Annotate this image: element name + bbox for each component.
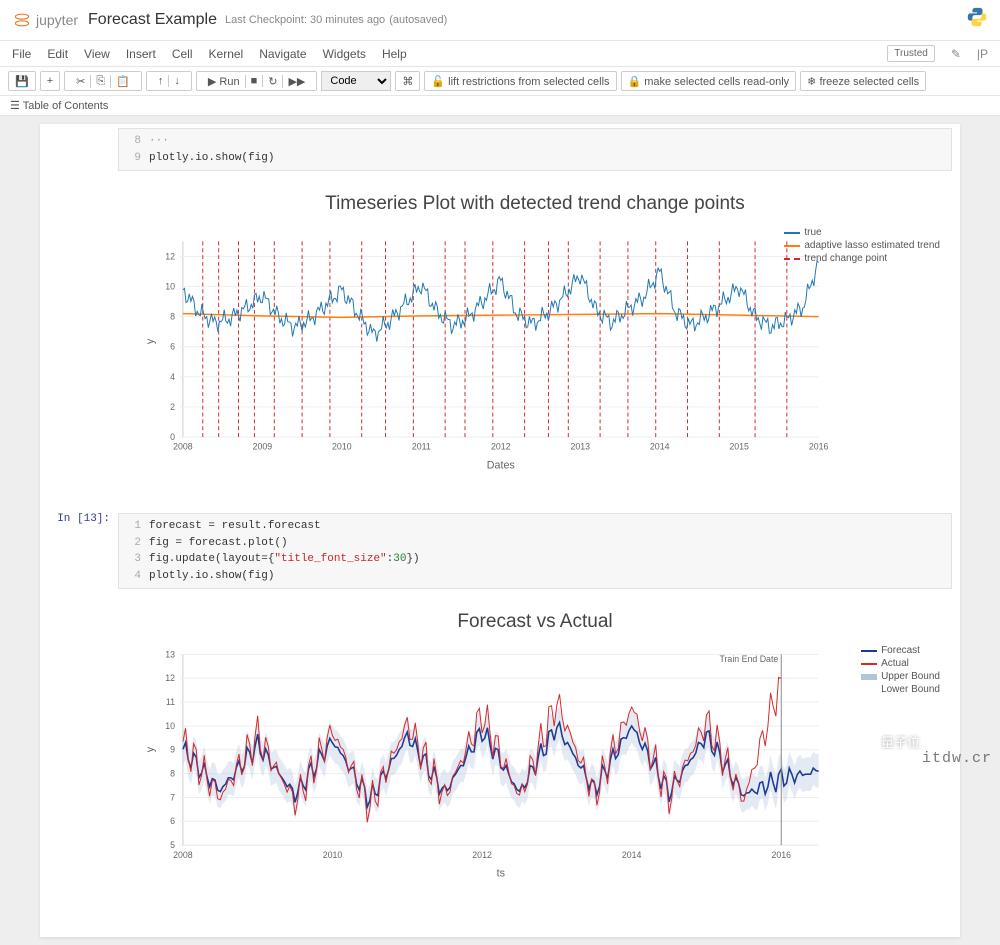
svg-text:y: y bbox=[145, 338, 157, 344]
url-watermark: itdw.cr bbox=[922, 750, 992, 767]
code-cell-1[interactable]: 8··· 9plotly.io.show(fig) bbox=[40, 124, 960, 175]
svg-text:0: 0 bbox=[170, 432, 175, 442]
jupyter-logo[interactable]: jupyter bbox=[12, 10, 78, 30]
svg-text:2015: 2015 bbox=[729, 442, 749, 452]
add-cell-button[interactable]: + bbox=[40, 71, 60, 91]
svg-text:6: 6 bbox=[170, 342, 175, 352]
chart2-plot[interactable]: 5 6 7 8 9 10 11 12 13 2008 2010 2012 2014 2016 Train… bbox=[134, 637, 936, 887]
notebook: 8··· 9plotly.io.show(fig) Timeseries Plo… bbox=[40, 124, 960, 937]
svg-text:11: 11 bbox=[166, 697, 175, 707]
svg-text:2016: 2016 bbox=[809, 442, 829, 452]
code-cell-2[interactable]: In [13]: 1forecast = result.forecast 2fi… bbox=[40, 509, 960, 593]
wechat-icon bbox=[857, 733, 875, 751]
svg-text:2014: 2014 bbox=[622, 850, 642, 860]
table-of-contents-toggle[interactable]: ☰ Table of Contents bbox=[0, 96, 1000, 116]
menu-cell[interactable]: Cell bbox=[172, 47, 193, 61]
lift-restrictions-button[interactable]: 🔓 lift restrictions from selected cells bbox=[424, 71, 616, 91]
svg-text:2012: 2012 bbox=[472, 850, 492, 860]
svg-text:2014: 2014 bbox=[650, 442, 670, 452]
svg-text:8: 8 bbox=[170, 769, 175, 779]
input-prompt: In [13]: bbox=[48, 513, 118, 589]
move-down-button[interactable]: ↓ bbox=[169, 75, 185, 87]
svg-text:12: 12 bbox=[165, 673, 175, 683]
cell-type-select[interactable]: Code bbox=[321, 71, 391, 91]
menubar: File Edit View Insert Cell Kernel Naviga… bbox=[0, 41, 1000, 67]
notebook-title[interactable]: Forecast Example bbox=[88, 11, 217, 29]
svg-text:9: 9 bbox=[170, 745, 175, 755]
notebook-container: 8··· 9plotly.io.show(fig) Timeseries Plo… bbox=[0, 116, 1000, 945]
svg-text:2: 2 bbox=[170, 402, 175, 412]
svg-text:2010: 2010 bbox=[332, 442, 352, 452]
make-readonly-button[interactable]: 🔒 make selected cells read-only bbox=[621, 71, 797, 91]
freeze-cells-button[interactable]: ❄ freeze selected cells bbox=[800, 71, 926, 91]
chart1-legend: true adaptive lasso estimated trend tren… bbox=[784, 227, 940, 266]
menu-kernel[interactable]: Kernel bbox=[209, 47, 244, 61]
code-editor[interactable]: 8··· 9plotly.io.show(fig) bbox=[118, 128, 952, 171]
checkpoint-text: Last Checkpoint: 30 minutes ago bbox=[225, 14, 385, 26]
fast-forward-button[interactable]: ▶▶ bbox=[283, 75, 310, 88]
menu-navigate[interactable]: Navigate bbox=[259, 47, 306, 61]
svg-text:6: 6 bbox=[170, 816, 175, 826]
stop-button[interactable]: ■ bbox=[246, 75, 264, 87]
edit-mode-icon[interactable]: ✎ bbox=[951, 47, 961, 61]
chart1-plot[interactable]: 0 2 4 6 8 10 12 2008 2009 2010 2011 2012 2013 2014 20… bbox=[134, 219, 936, 479]
svg-text:2009: 2009 bbox=[253, 442, 273, 452]
output-cell-2: Forecast vs Actual 5 6 7 8 9 10 11 12 13 2008 201… bbox=[40, 593, 960, 917]
menu-file[interactable]: File bbox=[12, 47, 31, 61]
svg-text:2013: 2013 bbox=[570, 442, 590, 452]
svg-text:2008: 2008 bbox=[173, 850, 193, 860]
chart2-legend: Forecast Actual Upper Bound Lower Bound bbox=[861, 645, 940, 697]
autosave-text: (autosaved) bbox=[389, 14, 447, 26]
svg-text:13: 13 bbox=[165, 649, 175, 659]
svg-text:7: 7 bbox=[170, 792, 175, 802]
code-text: plotly.io.show(fig) bbox=[149, 150, 274, 167]
svg-text:2008: 2008 bbox=[173, 442, 193, 452]
logout-icon[interactable]: |P bbox=[977, 47, 988, 61]
svg-text:y: y bbox=[145, 746, 157, 752]
svg-text:Dates: Dates bbox=[487, 459, 515, 471]
trusted-indicator[interactable]: Trusted bbox=[887, 45, 935, 62]
wechat-watermark: 量子位 bbox=[857, 732, 920, 751]
menu-view[interactable]: View bbox=[84, 47, 110, 61]
save-button[interactable]: 💾 bbox=[8, 71, 36, 91]
svg-text:ts: ts bbox=[497, 867, 505, 879]
output-cell-1: Timeseries Plot with detected trend chan… bbox=[40, 175, 960, 509]
svg-text:8: 8 bbox=[170, 312, 175, 322]
svg-text:2010: 2010 bbox=[323, 850, 343, 860]
chart2-svg: 5 6 7 8 9 10 11 12 13 2008 2010 2012 2014 2016 Train… bbox=[134, 637, 936, 887]
svg-text:2011: 2011 bbox=[412, 442, 431, 452]
move-up-button[interactable]: ↑ bbox=[153, 75, 170, 87]
svg-text:4: 4 bbox=[170, 372, 175, 382]
main-toolbar: 💾 + ✂ ⎘ 📋 ↑ ↓ ▶ Run ■ ↻ ▶▶ Code ⌘ 🔓 lift… bbox=[0, 67, 1000, 96]
menu-insert[interactable]: Insert bbox=[126, 47, 156, 61]
copy-button[interactable]: ⎘ bbox=[91, 75, 111, 88]
cut-button[interactable]: ✂ bbox=[71, 75, 91, 88]
menu-widgets[interactable]: Widgets bbox=[323, 47, 366, 61]
run-button[interactable]: ▶ Run bbox=[203, 75, 246, 88]
chart2-title: Forecast vs Actual bbox=[124, 611, 946, 633]
svg-text:12: 12 bbox=[165, 251, 175, 261]
svg-text:2016: 2016 bbox=[771, 850, 791, 860]
python-kernel-icon[interactable] bbox=[966, 6, 988, 34]
command-palette-button[interactable]: ⌘ bbox=[395, 71, 420, 91]
notebook-header: jupyter Forecast Example Last Checkpoint… bbox=[0, 0, 1000, 41]
jupyter-icon bbox=[12, 10, 32, 30]
svg-text:10: 10 bbox=[165, 281, 175, 291]
menu-help[interactable]: Help bbox=[382, 47, 407, 61]
restart-button[interactable]: ↻ bbox=[263, 75, 283, 88]
svg-text:Train End Date: Train End Date bbox=[719, 654, 778, 664]
chart1-title: Timeseries Plot with detected trend chan… bbox=[124, 193, 946, 215]
jupyter-logo-text: jupyter bbox=[36, 12, 78, 28]
paste-button[interactable]: 📋 bbox=[111, 75, 135, 88]
svg-text:10: 10 bbox=[165, 721, 175, 731]
svg-text:5: 5 bbox=[170, 840, 175, 850]
svg-text:2012: 2012 bbox=[491, 442, 511, 452]
code-editor[interactable]: 1forecast = result.forecast 2fig = forec… bbox=[118, 513, 952, 589]
menu-edit[interactable]: Edit bbox=[47, 47, 68, 61]
